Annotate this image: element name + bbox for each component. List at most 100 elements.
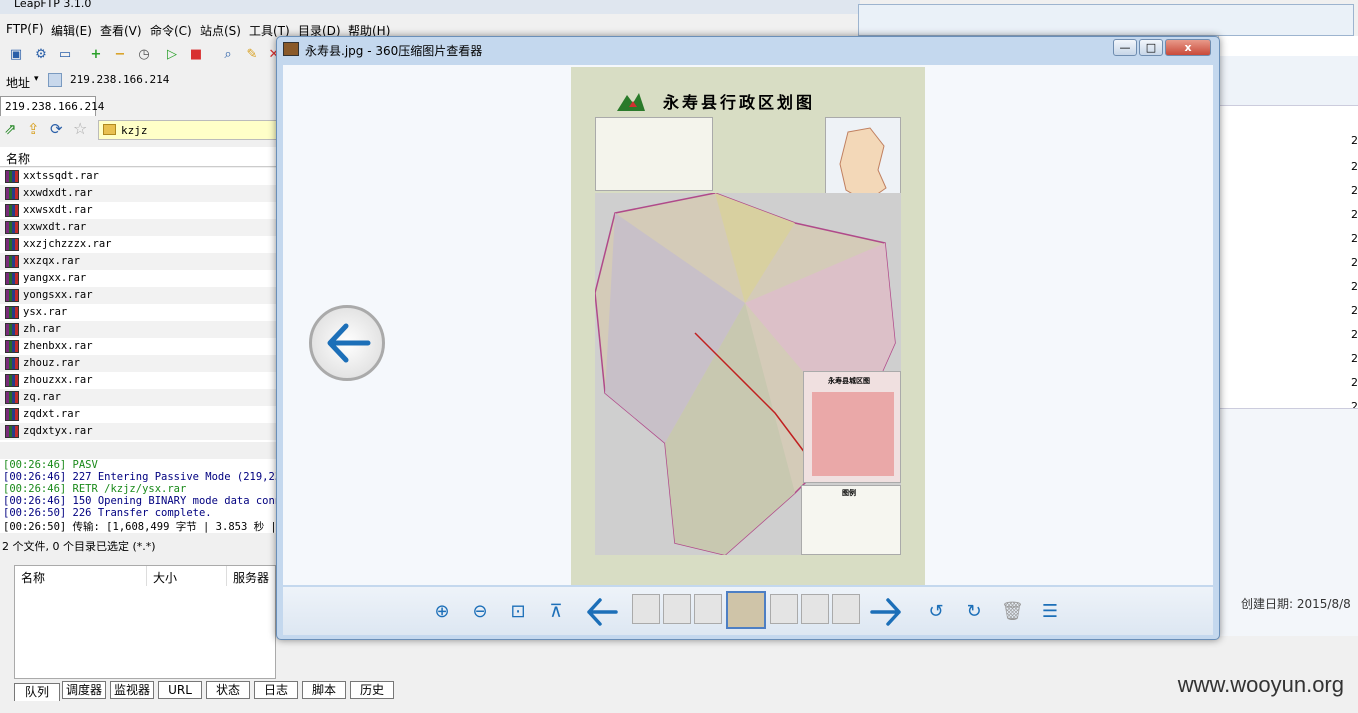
log-panel: [00:26:46] PASV [00:26:46] 227 Entering … [0,459,276,533]
rotate-right-icon[interactable]: ↻ [963,601,985,623]
legend-title: 图例 [842,489,856,497]
refresh-icon[interactable]: ⇗ [4,120,17,138]
path-value: kzjz [121,124,148,137]
list-item[interactable]: zq.rar [0,389,276,406]
computer-icon [48,73,62,87]
edit-pencil-icon[interactable]: ✎ [242,46,262,64]
queue-name-header[interactable]: 名称 [15,566,147,586]
zoom-out-icon[interactable]: ⊖ [469,601,491,623]
thumbnail[interactable] [770,594,798,624]
zoom-in-icon[interactable]: ⊕ [431,601,453,623]
list-item[interactable]: xxzjchzzzx.rar [0,236,276,253]
arrow-left-icon [327,323,371,363]
remove-icon[interactable]: − [110,46,130,64]
tab-scheduler[interactable]: 调度器 [62,681,106,699]
stop-icon[interactable]: ■ [186,46,206,64]
host-tab[interactable]: 219.238.166.214 [0,96,104,116]
rar-archive-icon [5,306,19,319]
address-dropdown-icon[interactable]: ▾ [34,74,39,84]
rar-archive-icon [5,408,19,421]
previous-arrow-button[interactable] [585,595,619,629]
file-list-header[interactable]: 名称 [0,147,280,167]
window-icon[interactable]: ▭ [55,46,75,64]
clock-icon[interactable]: ◷ [134,46,154,64]
list-item[interactable]: xxtssqdt.rar [0,168,276,185]
queue-size-header[interactable]: 大小 [147,566,227,586]
tab-log[interactable]: 日志 [254,681,298,699]
tab-queue[interactable]: 队列 [14,683,60,701]
rar-archive-icon [5,425,19,438]
log-line: [00:26:50] 226 Transfer complete. [3,507,212,519]
maximize-button[interactable]: □ [1139,39,1163,56]
bookmark-star-icon[interactable]: ☆ [73,119,87,138]
list-item[interactable]: xxwsxdt.rar [0,202,276,219]
connect-icon[interactable]: ▣ [6,46,26,64]
close-button[interactable]: x [1165,39,1211,56]
delete-trash-icon[interactable]: 🗑 [1001,601,1024,623]
thumbnail[interactable] [801,594,829,624]
rar-archive-icon [5,221,19,234]
play-icon[interactable]: ▷ [162,46,182,64]
background-window-frame [858,4,1354,36]
arrow-right-icon [870,598,901,626]
list-item[interactable]: zhouz.rar [0,355,276,372]
thumbnail[interactable] [694,594,722,624]
settings-gear-icon[interactable]: ⚙ [31,46,51,64]
list-item[interactable]: zhouzxx.rar [0,372,276,389]
folder-icon [103,124,116,135]
list-item[interactable]: xxzqx.rar [0,253,276,270]
tab-script[interactable]: 脚本 [302,681,346,699]
list-item[interactable]: zh.rar [0,321,276,338]
thumbnail[interactable] [632,594,660,624]
path-input[interactable]: kzjz [98,120,280,140]
list-item[interactable]: zhenbxx.rar [0,338,276,355]
leapftp-titlebar: LeapFTP 3.1.0 [0,0,860,14]
inset-title: 永寿县城区图 [828,377,870,385]
tab-status[interactable]: 状态 [206,681,250,699]
menu-site[interactable]: 站点(S) [200,22,241,39]
rotate-left-icon[interactable]: ↺ [925,601,947,623]
menu-command[interactable]: 命令(C) [150,22,192,39]
arrow-left-icon [587,598,618,626]
thumbnail[interactable] [832,594,860,624]
slideshow-icon[interactable]: ⊼ [545,601,567,623]
rar-archive-icon [5,289,19,302]
address-label[interactable]: 地址 [6,74,30,91]
rar-archive-icon [5,238,19,251]
image-canvas: 永寿县行政区划图 永寿县城区图 图例 [283,65,1213,585]
thumbnail[interactable] [663,594,691,624]
next-arrow-button[interactable] [869,595,903,629]
tab-history[interactable]: 历史 [350,681,394,699]
menu-ftp[interactable]: FTP(F) [6,22,44,36]
thumbnail-selected[interactable] [726,591,766,629]
list-item[interactable]: zqdxtyx.rar [0,423,276,440]
list-item[interactable]: yongsxx.rar [0,287,276,304]
fit-window-icon[interactable]: ⊡ [507,601,529,623]
more-menu-icon[interactable]: ☰ [1039,601,1061,623]
parent-folder-icon[interactable]: ⇪ [27,120,40,138]
background-row-value: 2 [1351,376,1358,389]
menu-edit[interactable]: 编辑(E) [51,22,92,39]
list-item[interactable]: xxwdxdt.rar [0,185,276,202]
viewer-titlebar: 永寿县.jpg - 360压缩图片查看器 — □ x [277,37,1219,63]
sync-icon[interactable]: ⟳ [50,120,63,138]
address-input[interactable]: 219.238.166.214 [70,73,169,86]
rar-archive-icon [5,357,19,370]
list-item[interactable]: xxwxdt.rar [0,219,276,236]
map-legend: 图例 [801,485,901,555]
minimize-button[interactable]: — [1113,39,1137,56]
menu-view[interactable]: 查看(V) [100,22,142,39]
map-image: 永寿县行政区划图 永寿县城区图 图例 [571,67,925,585]
bottom-tab-bar: 队列 调度器 监视器 URL 状态 日志 脚本 历史 [14,681,414,701]
search-icon[interactable]: ⌕ [218,46,238,64]
list-item[interactable]: zqdxt.rar [0,406,276,423]
add-icon[interactable]: + [86,46,106,64]
previous-image-button[interactable] [309,305,385,381]
list-item[interactable]: yangxx.rar [0,270,276,287]
list-item[interactable]: ysx.rar [0,304,276,321]
background-row-value: 2 [1351,232,1358,245]
column-name-header[interactable]: 名称 [6,150,30,167]
tab-monitor[interactable]: 监视器 [110,681,154,699]
queue-server-header[interactable]: 服务器 [227,566,277,586]
tab-url[interactable]: URL [158,681,202,699]
